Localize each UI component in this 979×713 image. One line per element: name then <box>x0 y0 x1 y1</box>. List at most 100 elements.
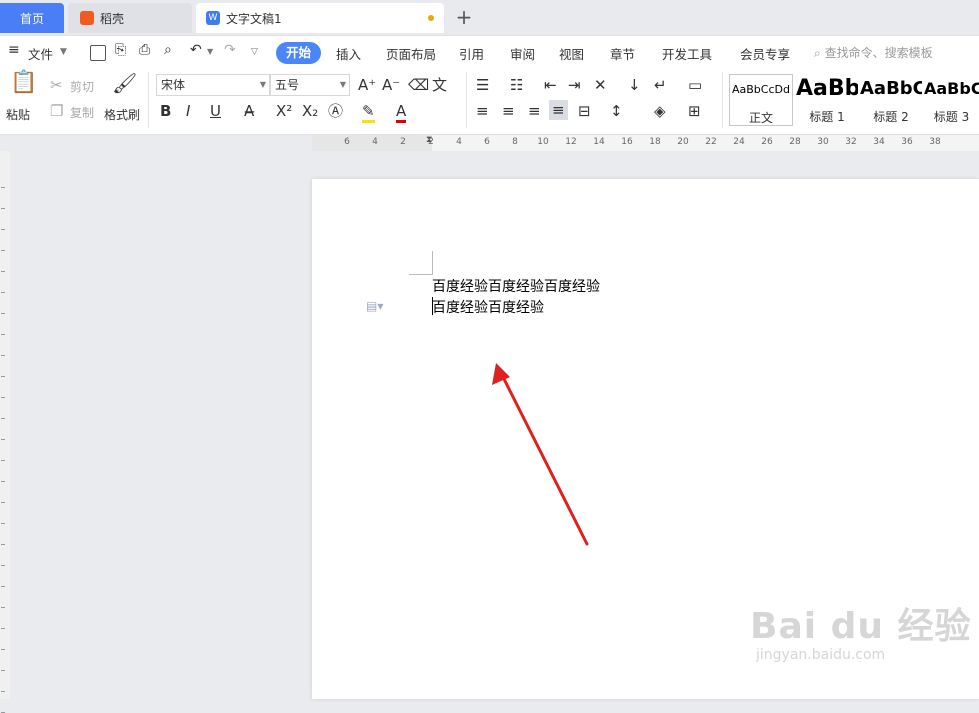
vertical-ruler-mark <box>1 481 5 482</box>
redo-icon[interactable]: ↷ <box>224 42 236 58</box>
underline-icon[interactable]: U <box>210 102 221 120</box>
text-cursor <box>432 297 433 315</box>
chinese-layout-icon[interactable]: ✕ <box>594 76 607 94</box>
style-heading-1[interactable]: AaBb 标题 1 <box>796 74 858 126</box>
bold-icon[interactable]: B <box>160 102 171 120</box>
menu-file[interactable]: 文件 <box>28 44 53 63</box>
text-effect-icon[interactable]: Ⓐ <box>328 102 343 120</box>
vertical-ruler-mark <box>1 250 5 251</box>
cut-button[interactable]: 剪切 <box>70 78 94 95</box>
menu-start[interactable]: 开始 <box>276 42 321 64</box>
style-heading-3-name: 标题 3 <box>933 110 970 124</box>
ruler-tick-label: 6 <box>344 137 350 147</box>
grow-font-icon[interactable]: A⁺ <box>358 76 376 94</box>
vertical-ruler-mark <box>1 313 5 314</box>
ruler-tick-label: 28 <box>789 137 801 147</box>
hamburger-icon[interactable]: ≡ <box>8 42 20 58</box>
align-left-icon[interactable]: ≡ <box>476 102 489 120</box>
menu-references[interactable]: 引用 <box>459 44 484 63</box>
vertical-ruler-mark <box>1 670 5 671</box>
undo-icon[interactable]: ↶ <box>190 42 202 58</box>
style-heading-2[interactable]: AaBbC 标题 2 <box>860 74 922 126</box>
ruler-icon[interactable]: ▭ <box>688 76 702 94</box>
new-tab-button[interactable]: + <box>454 5 474 29</box>
show-marks-icon[interactable]: ↵ <box>654 76 667 94</box>
strikethrough-icon[interactable]: A̶ <box>244 102 254 120</box>
ribbon: 📋 粘贴 ✂ 剪切 ❐ 复制 🖌 格式刷 宋体 ▼ 五号 ▼ A⁺ A⁻ ⌫ 文 B… <box>0 68 979 135</box>
document-page[interactable]: ▤▾ 百度经验百度经验百度经验 百度经验百度经验 Bai du 经验 jingy… <box>312 179 979 699</box>
vertical-ruler-mark <box>1 229 5 230</box>
paste-icon[interactable]: 📋 <box>10 72 37 94</box>
style-heading-1-name: 标题 1 <box>809 110 845 124</box>
format-painter-button[interactable]: 格式刷 <box>104 106 140 123</box>
divider <box>466 72 467 128</box>
style-heading-2-sample: AaBbC <box>860 78 922 99</box>
tab-document[interactable]: W 文字文稿1 <box>196 3 444 33</box>
clear-format-icon[interactable]: ⌫ <box>408 76 429 94</box>
superscript-icon[interactable]: X² <box>276 102 292 120</box>
decrease-indent-icon[interactable]: ⇤ <box>544 76 557 94</box>
shading-icon[interactable]: ◈ <box>654 102 666 120</box>
align-right-icon[interactable]: ≡ <box>528 102 541 120</box>
style-heading-3[interactable]: AaBbC 标题 3 <box>924 74 979 126</box>
menu-page-layout[interactable]: 页面布局 <box>386 44 436 63</box>
red-arrow-annotation <box>492 363 589 546</box>
vertical-ruler[interactable] <box>0 151 10 713</box>
command-search[interactable]: ⌕ 查找命令、搜索模板 <box>814 44 933 61</box>
chevron-down-icon[interactable]: ▼ <box>60 47 67 57</box>
ruler-tick-label: 14 <box>593 137 605 147</box>
menu-review[interactable]: 审阅 <box>510 44 535 63</box>
customize-toolbar-icon[interactable]: ▽ <box>251 47 258 57</box>
menu-insert[interactable]: 插入 <box>336 44 361 63</box>
indent-marker-icon[interactable]: ⧗ <box>426 135 432 145</box>
menu-chapter[interactable]: 章节 <box>610 44 635 63</box>
ruler-tick-label: 30 <box>817 137 829 147</box>
menu-view[interactable]: 视图 <box>559 44 584 63</box>
format-painter-icon[interactable]: 🖌 <box>112 73 137 93</box>
tab-home[interactable]: 首页 <box>0 3 64 33</box>
document-line-2[interactable]: 百度经验百度经验 <box>432 297 544 317</box>
highlight-icon[interactable]: ✎ <box>362 102 375 123</box>
copy-button[interactable]: 复制 <box>70 104 94 121</box>
font-name-select[interactable]: 宋体 ▼ <box>156 74 270 96</box>
phonetic-guide-icon[interactable]: 文 <box>432 76 447 94</box>
style-normal[interactable]: AaBbCcDd 正文 <box>729 74 793 126</box>
tab-daoke[interactable]: 稻壳 <box>68 3 192 33</box>
menu-member[interactable]: 会员专享 <box>740 44 790 63</box>
print-preview-icon[interactable]: ⌕ <box>164 42 172 58</box>
print-icon[interactable]: ⎙ <box>139 42 150 58</box>
line-spacing-icon[interactable]: ↕ <box>610 102 623 120</box>
paste-button[interactable]: 粘贴 <box>6 106 30 123</box>
bullet-list-icon[interactable]: ☰ <box>476 76 489 94</box>
font-size-select[interactable]: 五号 ▼ <box>270 74 350 96</box>
vertical-ruler-mark <box>1 502 5 503</box>
justify-icon[interactable]: ≡ <box>549 100 568 120</box>
tab-daoke-label: 稻壳 <box>100 11 125 26</box>
align-center-icon[interactable]: ≡ <box>502 102 515 120</box>
subscript-icon[interactable]: X₂ <box>302 102 318 120</box>
increase-indent-icon[interactable]: ⇥ <box>568 76 581 94</box>
copy-icon[interactable]: ❐ <box>50 102 63 120</box>
tab-home-label: 首页 <box>19 11 44 26</box>
numbered-list-icon[interactable]: ☷ <box>510 76 523 94</box>
vertical-ruler-mark <box>1 355 5 356</box>
sort-icon[interactable]: ↓ <box>628 76 641 94</box>
save-icon[interactable] <box>90 45 106 61</box>
vertical-ruler-mark <box>1 292 5 293</box>
vertical-ruler-mark <box>1 187 5 188</box>
paragraph-handle-icon[interactable]: ▤▾ <box>366 299 383 313</box>
cut-icon[interactable]: ✂ <box>50 76 63 94</box>
distributed-icon[interactable]: ⊟ <box>578 102 591 120</box>
font-color-icon[interactable]: A <box>396 102 407 123</box>
horizontal-ruler[interactable]: 6 4 2 2 4 6 8 10 12 14 16 18 20 22 24 26 28 30 32 34 36 38 ⧗ <box>312 135 979 151</box>
undo-dropdown-icon[interactable]: ▼ <box>207 47 213 56</box>
ruler-tick-label: 20 <box>677 137 689 147</box>
document-line-1[interactable]: 百度经验百度经验百度经验 <box>432 276 600 296</box>
italic-icon[interactable]: I <box>186 102 190 120</box>
shrink-font-icon[interactable]: A⁻ <box>382 76 400 94</box>
export-pdf-icon[interactable]: ⎘ <box>115 42 126 58</box>
divider <box>722 72 723 128</box>
borders-icon[interactable]: ⊞ <box>688 102 701 120</box>
ruler-tick-label: 4 <box>372 137 378 147</box>
menu-developer[interactable]: 开发工具 <box>662 44 712 63</box>
